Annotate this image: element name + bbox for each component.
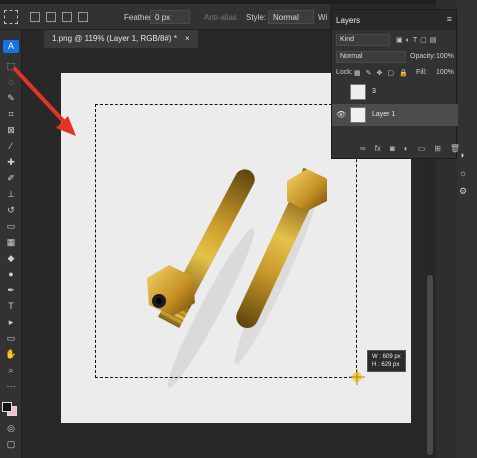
adjustments-panel-icon[interactable]: ⚙: [459, 186, 467, 197]
layer-thumbnail: [350, 107, 366, 123]
layers-panel-header: Layers ≡: [332, 10, 456, 30]
document-tab-title: 1.png @ 119% (Layer 1, RGB/8#) *: [52, 34, 177, 43]
quick-mask-icon[interactable]: ◎: [3, 422, 19, 435]
opacity-value[interactable]: 100%: [436, 53, 454, 60]
fill-label: Fill:: [416, 69, 427, 76]
history-brush-tool-icon[interactable]: ↺: [3, 204, 19, 217]
clone-stamp-tool-icon[interactable]: ⊥: [3, 188, 19, 201]
path-select-tool-icon[interactable]: ▸: [3, 316, 19, 329]
intersect-selection-icon[interactable]: [78, 12, 88, 22]
zoom-tool-icon[interactable]: ⌕: [3, 364, 19, 377]
lock-label: Lock:: [336, 69, 353, 76]
more-tools-icon[interactable]: ···: [3, 380, 19, 393]
healing-brush-tool-icon[interactable]: ✚: [3, 156, 19, 169]
blend-mode-select[interactable]: Normal: [336, 51, 406, 63]
antialias-checkbox[interactable]: Anti-alias: [204, 13, 237, 22]
filter-icons[interactable]: ▣◐T▢▤: [396, 36, 439, 44]
layer-thumbnail: [350, 84, 366, 100]
selection-marquee[interactable]: [95, 104, 357, 378]
eraser-tool-icon[interactable]: ▭: [3, 220, 19, 233]
feather-input[interactable]: 0 px: [150, 10, 190, 24]
ai-assistant-icon[interactable]: A: [3, 40, 19, 53]
width-label: Wi: [318, 13, 328, 22]
panel-menu-icon[interactable]: ≡: [447, 14, 452, 24]
screen-mode-icon[interactable]: ▢: [3, 438, 19, 451]
side-panel-icons: ◑ ☼ ⚙: [459, 150, 467, 197]
blur-tool-icon[interactable]: ◆: [3, 252, 19, 265]
filter-kind-select[interactable]: Kind: [336, 34, 390, 46]
subtract-selection-icon[interactable]: [62, 12, 72, 22]
type-tool-icon[interactable]: T: [3, 300, 19, 313]
red-arrow-annotation: [12, 66, 76, 136]
layers-panel: Layers ≡ Kind ▣◐T▢▤ Normal Opacity: 100%…: [331, 9, 460, 159]
delete-layer-icon[interactable]: 🗑: [450, 144, 460, 153]
add-selection-icon[interactable]: [46, 12, 56, 22]
layers-panel-title: Layers: [336, 16, 361, 25]
new-layer-icon[interactable]: ⊞: [434, 144, 441, 153]
tooltip-width: W : 609 px: [372, 354, 401, 360]
dodge-tool-icon[interactable]: ●: [3, 268, 19, 281]
properties-panel-icon[interactable]: ☼: [459, 168, 467, 178]
visibility-eye-icon[interactable]: 👁: [336, 110, 346, 119]
options-bar: Feather: 0 px Anti-alias Style: Normal W…: [0, 4, 330, 30]
layer-row[interactable]: 3: [332, 81, 458, 103]
layer-style-icon[interactable]: fx: [375, 144, 381, 153]
crosshair-cursor-icon: [349, 369, 365, 385]
document-tab-bar: 1.png @ 119% (Layer 1, RGB/8#) * ×: [22, 30, 330, 48]
selection-size-tooltip: W : 609 px H : 629 px: [367, 350, 406, 372]
document-tab[interactable]: 1.png @ 119% (Layer 1, RGB/8#) * ×: [44, 30, 198, 48]
marquee-preset-icon[interactable]: [4, 10, 18, 24]
selection-mode-group: [30, 12, 88, 22]
adjustment-layer-icon[interactable]: ◐: [404, 144, 409, 153]
brush-tool-icon[interactable]: ✐: [3, 172, 19, 185]
link-layers-icon[interactable]: ∞: [360, 144, 366, 153]
fill-value[interactable]: 100%: [436, 69, 454, 76]
scrollbar-thumb[interactable]: [427, 275, 433, 455]
hand-tool-icon[interactable]: ✋: [3, 348, 19, 361]
color-panel-icon[interactable]: ◑: [459, 150, 467, 160]
layer-name: Layer 1: [372, 111, 396, 118]
lock-icons[interactable]: ▦✎✥▢🔒: [354, 69, 413, 77]
group-icon[interactable]: ▭: [418, 144, 426, 153]
style-select[interactable]: Normal: [268, 10, 314, 24]
rectangle-tool-icon[interactable]: ▭: [3, 332, 19, 345]
layer-name: 3: [372, 88, 376, 95]
opacity-label: Opacity:: [410, 53, 436, 60]
close-tab-icon[interactable]: ×: [185, 34, 190, 44]
new-selection-icon[interactable]: [30, 12, 40, 22]
right-icon-strip: [457, 0, 477, 458]
style-label: Style:: [246, 13, 267, 22]
layers-footer: ∞ fx ◙ ◐ ▭ ⊞ 🗑: [360, 144, 460, 153]
gradient-tool-icon[interactable]: ▦: [3, 236, 19, 249]
add-mask-icon[interactable]: ◙: [390, 144, 395, 153]
layer-row[interactable]: 👁 Layer 1: [332, 104, 458, 126]
pen-tool-icon[interactable]: ✒: [3, 284, 19, 297]
tooltip-height: H : 629 px: [372, 362, 400, 368]
foreground-color-swatch[interactable]: [2, 402, 12, 412]
